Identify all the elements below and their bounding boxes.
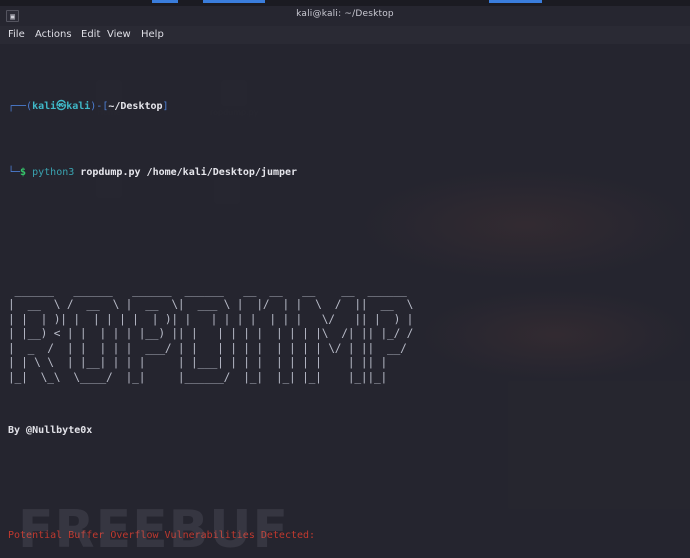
author-byline: By @Nullbyte0x — [8, 425, 93, 437]
prompt-corner: └─ — [8, 166, 21, 178]
banner-row: |_| \_\ \____/ |_| |______/ |_| |_| |_| … — [8, 370, 388, 384]
menu-item-file[interactable]: File — [6, 29, 27, 40]
vuln-heading-text: Potential Buffer Overflow Vulnerabilitie… — [8, 530, 316, 542]
ropdump-ascii-banner: ______ ______ ______ ______ __ __ __ __ … — [8, 284, 690, 386]
banner-row: | __ \ / __ \ | __ \| ___ \ | |/ | | \ /… — [8, 298, 414, 312]
panel-indicator-3 — [489, 0, 542, 3]
menu-item-actions[interactable]: Actions — [33, 29, 74, 40]
prompt-path: ~/Desktop — [108, 101, 163, 113]
vuln-heading: Potential Buffer Overflow Vulnerabilitie… — [8, 529, 690, 542]
menu-item-help[interactable]: Help — [139, 29, 166, 40]
terminal-output-area[interactable]: ┌──(kali㉿kali)-[~/Desktop] └─$ python3 r… — [0, 44, 690, 558]
prompt-user: kali — [32, 101, 57, 113]
banner-row: | _ / | | | | | ___/ | | | | | | | | | |… — [8, 341, 407, 355]
window-titlebar[interactable]: ▣ kali@kali: ~/Desktop — [0, 6, 690, 26]
prompt-bracket-close: ] — [162, 101, 169, 113]
kali-logo-icon: ㉿ — [56, 101, 67, 113]
menu-item-view[interactable]: View — [105, 29, 133, 40]
banner-row: | |__) < | | | | | |__) || | | | | | | |… — [8, 327, 414, 341]
panel-indicator-1 — [152, 0, 178, 3]
prompt-line-1: ┌──(kali㉿kali)-[~/Desktop] — [8, 100, 690, 113]
menu-item-edit[interactable]: Edit — [79, 29, 102, 40]
menu-bar: File Actions Edit View Help — [0, 26, 690, 44]
prompt-line-2: └─$ python3 ropdump.py /home/kali/Deskto… — [8, 166, 690, 179]
prompt-host: kali — [66, 101, 91, 113]
command-argument: /home/kali/Desktop/jumper — [146, 166, 298, 178]
banner-row: | | \ \ | |__| | | | | |___| | | | | | |… — [8, 356, 388, 370]
prompt-bracket-open: ┌──( — [8, 101, 33, 113]
desktop-root: ▣ kali@kali: ~/Desktop File Actions Edit… — [0, 0, 690, 558]
banner-row: | | | )| | | | | | | )| | | | | | | | | … — [8, 312, 414, 326]
command-script: ropdump.py — [80, 166, 141, 178]
banner-row: ______ ______ ______ ______ __ __ __ __ … — [8, 283, 407, 297]
panel-indicator-2 — [203, 0, 265, 3]
command-interpreter: python3 — [32, 166, 75, 178]
window-title: kali@kali: ~/Desktop — [296, 9, 394, 19]
prompt-paren-close: )-[ — [90, 101, 109, 113]
